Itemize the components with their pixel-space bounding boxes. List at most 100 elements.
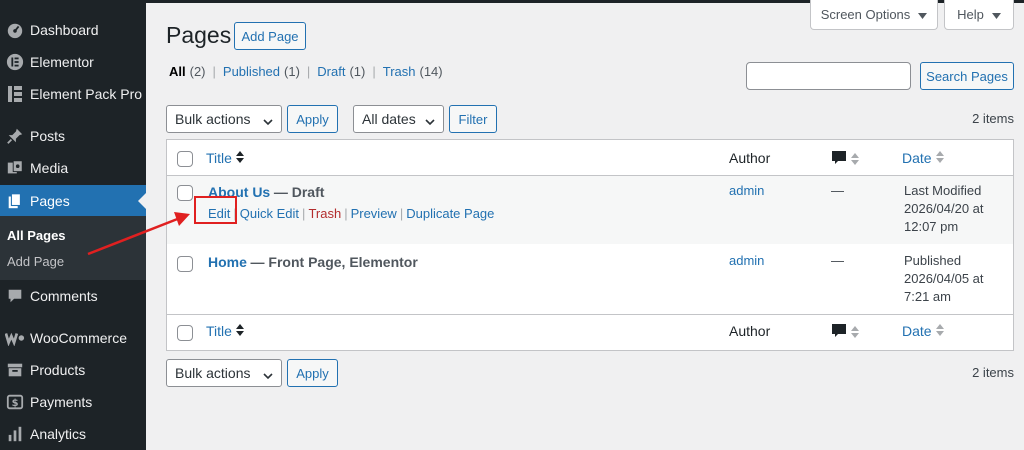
- dashboard-icon: [4, 20, 26, 40]
- submenu-add-page[interactable]: Add Page: [7, 254, 64, 269]
- author-column-footer: Author: [729, 323, 771, 339]
- sidebar-item-dashboard[interactable]: Dashboard: [0, 14, 146, 46]
- sidebar-item-label: Dashboard: [30, 22, 99, 38]
- preview-link[interactable]: Preview: [351, 206, 397, 221]
- sidebar-item-posts[interactable]: Posts: [0, 120, 146, 152]
- chevron-down-icon: [425, 114, 435, 126]
- status-filters: All (2) | Published (1) | Draft (1) | Tr…: [169, 64, 443, 79]
- date-value: 2026/04/05 at: [904, 271, 984, 286]
- separator: |: [212, 64, 216, 79]
- comment-count: —: [831, 183, 844, 198]
- author-column-header: Author: [729, 150, 771, 166]
- date-column-header[interactable]: Date: [902, 150, 944, 166]
- elementor-icon: [4, 52, 26, 72]
- analytics-icon: [4, 424, 26, 444]
- separator: |: [306, 64, 311, 79]
- submenu-all-pages[interactable]: All Pages: [7, 228, 66, 243]
- apply-button[interactable]: Apply: [287, 105, 338, 133]
- sidebar-item-woocommerce[interactable]: WooCommerce: [0, 322, 146, 354]
- sidebar-item-label: Pages: [30, 193, 70, 209]
- sort-icon: [235, 150, 244, 166]
- quick-edit-link[interactable]: Quick Edit: [240, 206, 299, 221]
- filter-count: (1): [284, 64, 300, 79]
- caret-down-icon: [991, 7, 1001, 22]
- sidebar-item-payments[interactable]: $ Payments: [0, 386, 146, 418]
- sidebar-item-comments[interactable]: Comments: [0, 280, 146, 312]
- column-label: Title: [206, 323, 232, 339]
- sort-icon: [851, 325, 859, 341]
- separator: |: [372, 64, 376, 79]
- media-icon: [4, 158, 26, 178]
- screen-options-button[interactable]: Screen Options: [810, 0, 938, 30]
- dates-select[interactable]: All dates: [353, 105, 444, 133]
- search-pages-button[interactable]: Search Pages: [920, 62, 1014, 90]
- separator: |: [344, 206, 348, 221]
- chevron-down-icon: [263, 368, 273, 380]
- filter-published[interactable]: Published: [223, 64, 280, 79]
- help-button[interactable]: Help: [944, 0, 1014, 30]
- row-title-link[interactable]: Home: [208, 254, 247, 270]
- pages-table: Title Author Date About Us — Draft Edit …: [166, 139, 1014, 351]
- comment-icon: [831, 150, 847, 169]
- date-column-footer[interactable]: Date: [902, 323, 944, 339]
- filter-draft[interactable]: Draft: [317, 64, 345, 79]
- row-title-link[interactable]: About Us: [208, 184, 270, 200]
- sidebar-item-label: WooCommerce: [30, 330, 127, 346]
- sidebar-item-label: Products: [30, 362, 86, 378]
- annotation-arrow-icon: [87, 212, 190, 256]
- separator: |: [399, 206, 404, 221]
- date-cell: Last Modified 2026/04/20 at 12:07 pm: [904, 182, 984, 236]
- select-all-checkbox[interactable]: [177, 151, 193, 167]
- author-link[interactable]: admin: [729, 252, 764, 270]
- products-icon: [4, 360, 26, 380]
- sidebar-item-elementor[interactable]: Elementor: [0, 46, 146, 78]
- sort-icon: [851, 152, 859, 168]
- title-column-footer[interactable]: Title: [206, 323, 244, 339]
- element-pack-icon: [4, 84, 26, 104]
- items-count-bottom: 2 items: [972, 365, 1014, 380]
- woocommerce-icon: [4, 328, 26, 348]
- title-column-header[interactable]: Title: [206, 150, 244, 166]
- sidebar-item-label: Payments: [30, 394, 93, 410]
- add-page-button[interactable]: Add Page: [234, 22, 306, 50]
- select-all-checkbox[interactable]: [177, 325, 193, 341]
- payments-icon: $: [4, 392, 26, 412]
- sidebar-item-element-pack-pro[interactable]: Element Pack Pro: [0, 78, 146, 110]
- items-count: 2 items: [972, 111, 1014, 126]
- apply-button-bottom[interactable]: Apply: [287, 359, 338, 387]
- search-input[interactable]: [746, 62, 911, 90]
- pin-icon: [4, 126, 26, 146]
- row-state: — Draft: [273, 184, 325, 200]
- comment-count: —: [831, 253, 844, 268]
- bulk-actions-select-bottom[interactable]: Bulk actions: [166, 359, 282, 387]
- comments-column-header[interactable]: [831, 150, 859, 169]
- duplicate-page-link[interactable]: Duplicate Page: [406, 206, 494, 221]
- sidebar-item-label: Media: [30, 160, 69, 176]
- date-time: 7:21 am: [904, 289, 951, 304]
- comments-column-footer[interactable]: [831, 323, 859, 342]
- sidebar-item-analytics[interactable]: Analytics: [0, 418, 146, 450]
- filter-button[interactable]: Filter: [449, 105, 497, 133]
- row-title-cell: Home — Front Page, Elementor: [208, 253, 418, 272]
- sort-icon: [935, 323, 944, 339]
- comment-icon: [4, 286, 26, 306]
- author-link[interactable]: admin: [729, 182, 764, 200]
- caret-down-icon: [918, 7, 928, 22]
- bulk-actions-select[interactable]: Bulk actions: [166, 105, 282, 133]
- row-actions: Edit | Quick Edit | Trash | Preview | Du…: [208, 206, 494, 221]
- date-status: Last Modified: [904, 183, 982, 198]
- filter-all[interactable]: All: [169, 64, 186, 79]
- sidebar-item-media[interactable]: Media: [0, 152, 146, 184]
- sidebar-item-label: Elementor: [30, 54, 94, 70]
- sidebar-item-label: Element Pack Pro: [30, 86, 143, 102]
- row-checkbox[interactable]: [177, 185, 193, 201]
- sidebar-item-products[interactable]: Products: [0, 354, 146, 386]
- bulk-actions-value: Bulk actions: [175, 111, 251, 127]
- table-row: About Us — Draft Edit | Quick Edit | Tra…: [167, 176, 1013, 244]
- table-header: Title Author Date: [167, 140, 1013, 176]
- edit-link[interactable]: Edit: [208, 206, 230, 221]
- trash-link[interactable]: Trash: [308, 206, 341, 221]
- filter-trash[interactable]: Trash: [383, 64, 416, 79]
- sort-icon: [935, 150, 944, 166]
- dates-value: All dates: [362, 111, 416, 127]
